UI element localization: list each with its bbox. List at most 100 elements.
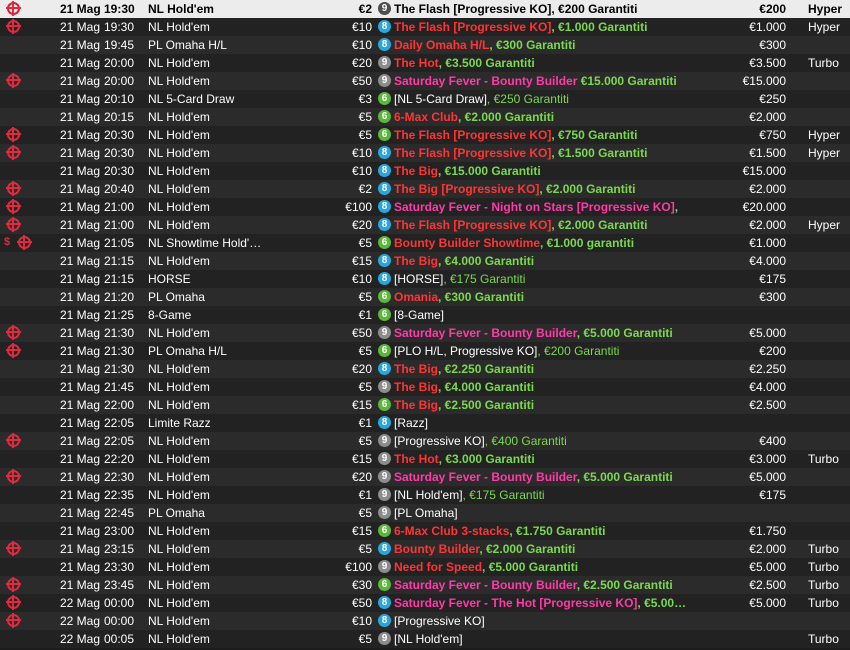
- row-icons: [2, 90, 52, 108]
- guarantee-text: , €2.250 Garantiti: [438, 362, 535, 376]
- tournament-name-cell: 8 The Flash [Progressive KO], €2.000 Gara…: [378, 216, 690, 234]
- guaranteed-prize: €15.000: [742, 74, 786, 88]
- start-date: 22 Mag: [60, 596, 101, 610]
- row-icons: [2, 630, 52, 648]
- table-row[interactable]: 22 Mag 00:05 NL Hold'em €5 9 [NL Hold'em] Turb…: [0, 630, 850, 648]
- table-row[interactable]: 21 Mag 20:00 NL Hold'em €20 9 The Hot, €3.500…: [0, 54, 850, 72]
- speed-type: [808, 252, 850, 270]
- guarantee-text: , €300 Garantiti: [489, 38, 576, 52]
- table-row[interactable]: 21 Mag 21:45 NL Hold'em €5 9 The Big, €4.000 …: [0, 378, 850, 396]
- table-size-badge-icon: 6: [378, 578, 391, 592]
- buy-in: €20: [351, 218, 372, 232]
- table-row[interactable]: 22 Mag 00:00 NL Hold'em €50 8 Saturday Fever …: [0, 594, 850, 612]
- guaranteed-prize: €200: [759, 344, 786, 358]
- table-row[interactable]: 21 Mag 20:30 NL Hold'em €5 6 The Flash [Progr…: [0, 126, 850, 144]
- start-date: 21 Mag: [60, 542, 101, 556]
- table-row[interactable]: 21 Mag 21:20 PL Omaha €5 6 Omania, €300 Garan…: [0, 288, 850, 306]
- guaranteed-prize: €5.000: [749, 326, 786, 340]
- start-time: 22:05: [104, 434, 135, 448]
- table-row[interactable]: 21 Mag 22:00 NL Hold'em €15 6 The Big, €2.500…: [0, 396, 850, 414]
- table-row[interactable]: 21 Mag 21:00 NL Hold'em €20 8 The Flash [Prog…: [0, 216, 850, 234]
- guaranteed-prize: €5.000: [749, 596, 786, 610]
- speed-type: [808, 432, 850, 450]
- row-icons: [2, 270, 52, 288]
- tournament-name-cell: 6 Saturday Fever - Bounty Builder, €2.500…: [378, 576, 690, 594]
- table-row[interactable]: 21 Mag 19:45 PL Omaha H/L €10 8 Daily Omaha H…: [0, 36, 850, 54]
- table-row[interactable]: 21 Mag 21:30 PL Omaha H/L €5 6 [PLO H/L, Prog…: [0, 342, 850, 360]
- table-row[interactable]: $21 Mag 21:05 NL Showtime Hold'… €5 6 Bounty …: [0, 234, 850, 252]
- tournament-name-cell: 9 The Flash [Progressive KO], €200 Garant…: [378, 0, 690, 18]
- table-row[interactable]: 21 Mag 19:30 NL Hold'em €10 8 The Flash [Prog…: [0, 18, 850, 36]
- table-row[interactable]: 21 Mag 22:35 NL Hold'em €1 9 [NL Hold'em], €1…: [0, 486, 850, 504]
- start-date: 21 Mag: [60, 308, 101, 322]
- buy-in: €5: [358, 434, 372, 448]
- guaranteed-prize: [700, 630, 786, 648]
- table-row[interactable]: 21 Mag 21:15 HORSE €10 8 [HORSE], €175 Garant…: [0, 270, 850, 288]
- start-date: 21 Mag: [60, 326, 101, 340]
- table-size-badge-icon: 8: [378, 542, 391, 556]
- tournament-name-cell: 8 The Big [Progressive KO], €2.000 Garant…: [378, 180, 690, 198]
- start-time: 21:15: [104, 254, 135, 268]
- buy-in: €10: [351, 614, 372, 628]
- knockout-target-icon: [6, 181, 21, 197]
- start-time: 22:45: [104, 506, 135, 520]
- row-icons: [2, 198, 52, 216]
- start-time: 20:00: [104, 56, 135, 70]
- table-row[interactable]: 21 Mag 23:30 NL Hold'em €100 9 Need for Speed…: [0, 558, 850, 576]
- table-row[interactable]: 21 Mag 21:25 8-Game €1 6 [8-Game]: [0, 306, 850, 324]
- table-row[interactable]: 21 Mag 22:30 NL Hold'em €20 9 Saturday Fever …: [0, 468, 850, 486]
- table-row[interactable]: 21 Mag 23:00 NL Hold'em €15 6 6-Max Club 3-st…: [0, 522, 850, 540]
- knockout-target-icon: [6, 577, 21, 593]
- start-date: 21 Mag: [60, 164, 101, 178]
- knockout-target-icon: [6, 343, 21, 359]
- start-time: 20:40: [104, 182, 135, 196]
- table-row[interactable]: 21 Mag 20:30 NL Hold'em €10 8 The Flash [Prog…: [0, 144, 850, 162]
- table-size-badge-icon: 6: [378, 236, 391, 250]
- row-icons: [2, 0, 52, 18]
- start-date: 21 Mag: [60, 200, 101, 214]
- tournament-name-cell: 8 [Progressive KO]: [378, 612, 690, 630]
- table-row[interactable]: 21 Mag 23:15 NL Hold'em €5 8 Bounty Builder, …: [0, 540, 850, 558]
- speed-type: [808, 36, 850, 54]
- table-row[interactable]: 21 Mag 21:15 NL Hold'em €15 8 The Big, €4.000…: [0, 252, 850, 270]
- table-row[interactable]: 21 Mag 19:30 NL Hold'em €2 9 The Flash [Progr…: [0, 0, 850, 18]
- table-row[interactable]: 21 Mag 20:10 NL 5-Card Draw €3 6 [NL 5-Card D…: [0, 90, 850, 108]
- knockout-target-icon: [6, 613, 21, 629]
- start-time: 00:00: [104, 596, 135, 610]
- row-icons: [2, 252, 52, 270]
- tournament-name-cell: 9 Saturday Fever - Bounty Builder €15.000…: [378, 72, 690, 90]
- buy-in: €15: [351, 524, 372, 538]
- table-row[interactable]: 22 Mag 00:00 NL Hold'em €10 8 [Progressive KO…: [0, 612, 850, 630]
- table-row[interactable]: 21 Mag 21:00 NL Hold'em €100 8 Saturday Fever…: [0, 198, 850, 216]
- table-row[interactable]: 21 Mag 21:30 NL Hold'em €50 9 Saturday Fever …: [0, 324, 850, 342]
- guaranteed-prize: €5.000: [749, 470, 786, 484]
- speed-type: [808, 522, 850, 540]
- table-row[interactable]: 21 Mag 20:30 NL Hold'em €10 8 The Big, €15.00…: [0, 162, 850, 180]
- guaranteed-prize: [700, 504, 786, 522]
- table-row[interactable]: 21 Mag 22:05 Limite Razz €1 8 [Razz]: [0, 414, 850, 432]
- table-row[interactable]: 21 Mag 22:05 NL Hold'em €5 9 [Progressive KO]…: [0, 432, 850, 450]
- table-row[interactable]: 21 Mag 23:45 NL Hold'em €30 6 Saturday Fever …: [0, 576, 850, 594]
- table-size-badge-icon: 8: [378, 200, 391, 214]
- speed-type: Hyper: [808, 2, 843, 16]
- table-row[interactable]: 21 Mag 20:00 NL Hold'em €50 9 Saturday Fever …: [0, 72, 850, 90]
- buy-in: €50: [351, 596, 372, 610]
- row-icons: [2, 522, 52, 540]
- table-row[interactable]: 21 Mag 21:30 NL Hold'em €20 8 The Big, €2.250…: [0, 360, 850, 378]
- table-row[interactable]: 21 Mag 22:45 PL Omaha €5 9 [PL Omaha]: [0, 504, 850, 522]
- tournament-name-cell: 8 The Big, €15.000 Garantiti: [378, 162, 690, 180]
- buy-in: €2: [358, 2, 372, 16]
- start-time: 19:30: [104, 20, 135, 34]
- tournament-name: [NL Hold'em]: [394, 632, 463, 646]
- table-size-badge-icon: 9: [378, 380, 391, 394]
- guarantee-text: , €15.000 Garantiti: [438, 164, 541, 178]
- table-row[interactable]: 21 Mag 20:40 NL Hold'em €2 8 The Big [Progres…: [0, 180, 850, 198]
- guarantee-text: , €750 Garantiti: [551, 128, 638, 142]
- tournament-name: [8-Game]: [394, 308, 445, 322]
- table-row[interactable]: 21 Mag 20:15 NL Hold'em €5 6 6-Max Club, €2.0…: [0, 108, 850, 126]
- start-time: 00:05: [104, 632, 135, 646]
- start-date: 21 Mag: [60, 20, 101, 34]
- buy-in: €5: [358, 128, 372, 142]
- table-row[interactable]: 21 Mag 22:20 NL Hold'em €15 9 The Hot, €3.000…: [0, 450, 850, 468]
- table-size-badge-icon: 9: [378, 56, 391, 70]
